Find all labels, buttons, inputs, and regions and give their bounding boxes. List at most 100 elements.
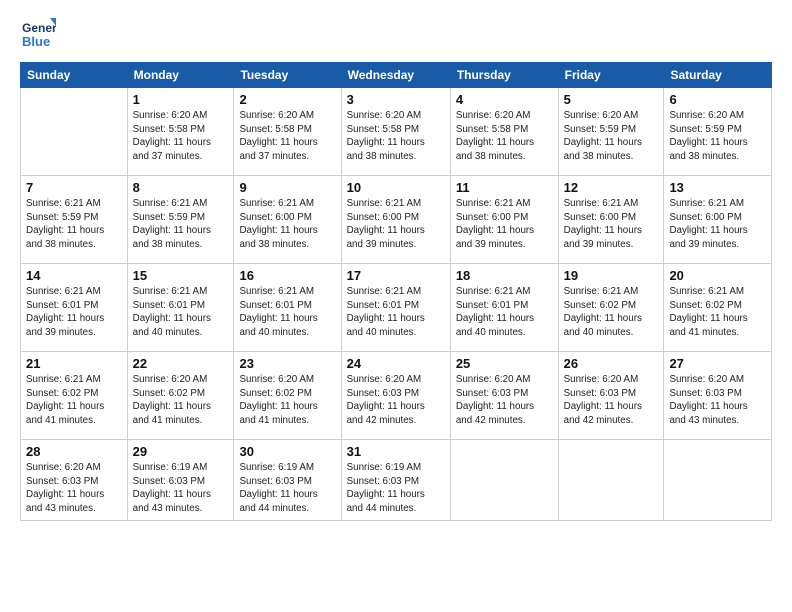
col-header-wednesday: Wednesday (341, 63, 450, 88)
day-detail: Sunrise: 6:21 AM Sunset: 6:02 PM Dayligh… (669, 285, 766, 340)
day-number: 30 (239, 444, 335, 459)
cell-3-6: 27Sunrise: 6:20 AM Sunset: 6:03 PM Dayli… (664, 352, 772, 440)
day-number: 14 (26, 268, 122, 283)
day-number: 24 (347, 356, 445, 371)
day-detail: Sunrise: 6:21 AM Sunset: 6:00 PM Dayligh… (564, 197, 659, 252)
day-detail: Sunrise: 6:21 AM Sunset: 6:00 PM Dayligh… (347, 197, 445, 252)
day-detail: Sunrise: 6:20 AM Sunset: 6:03 PM Dayligh… (347, 373, 445, 428)
col-header-sunday: Sunday (21, 63, 128, 88)
day-number: 4 (456, 92, 553, 107)
day-detail: Sunrise: 6:21 AM Sunset: 6:00 PM Dayligh… (669, 197, 766, 252)
col-header-thursday: Thursday (450, 63, 558, 88)
day-number: 9 (239, 180, 335, 195)
day-number: 17 (347, 268, 445, 283)
cell-1-2: 9 Sunrise: 6:21 AM Sunset: 6:00 PM Daylig… (234, 176, 341, 264)
header: General Blue (20, 16, 772, 52)
day-number: 8 (133, 180, 229, 195)
day-number: 27 (669, 356, 766, 371)
col-header-tuesday: Tuesday (234, 63, 341, 88)
col-header-friday: Friday (558, 63, 664, 88)
cell-3-3: 24 Sunrise: 6:20 AM Sunset: 6:03 PM Dayli… (341, 352, 450, 440)
day-number: 26 (564, 356, 659, 371)
day-number: 11 (456, 180, 553, 195)
day-number: 31 (347, 444, 445, 459)
day-number: 20 (669, 268, 766, 283)
col-header-monday: Monday (127, 63, 234, 88)
day-detail: Sunrise: 6:21 AM Sunset: 6:00 PM Dayligh… (239, 197, 335, 252)
day-detail: Sunrise: 6:21 AM Sunset: 6:01 PM Dayligh… (347, 285, 445, 340)
day-detail: Sunrise: 6:20 AM Sunset: 5:59 PM Dayligh… (564, 109, 659, 164)
cell-2-3: 17 Sunrise: 6:21 AM Sunset: 6:01 PM Dayli… (341, 264, 450, 352)
cell-4-6 (664, 440, 772, 521)
day-detail: Sunrise: 6:21 AM Sunset: 6:01 PM Dayligh… (456, 285, 553, 340)
cell-2-4: 18Sunrise: 6:21 AM Sunset: 6:01 PM Dayli… (450, 264, 558, 352)
day-number: 15 (133, 268, 229, 283)
day-number: 28 (26, 444, 122, 459)
day-detail: Sunrise: 6:21 AM Sunset: 6:02 PM Dayligh… (564, 285, 659, 340)
day-detail: Sunrise: 6:20 AM Sunset: 5:58 PM Dayligh… (347, 109, 445, 164)
day-number: 13 (669, 180, 766, 195)
week-row-3: 21 Sunrise: 6:21 AM Sunset: 6:02 PM Dayli… (21, 352, 772, 440)
svg-text:Blue: Blue (22, 34, 50, 49)
day-detail: Sunrise: 6:21 AM Sunset: 5:59 PM Dayligh… (26, 197, 122, 252)
day-number: 5 (564, 92, 659, 107)
day-number: 25 (456, 356, 553, 371)
cell-3-4: 25 Sunrise: 6:20 AM Sunset: 6:03 PM Dayli… (450, 352, 558, 440)
day-number: 3 (347, 92, 445, 107)
header-row: SundayMondayTuesdayWednesdayThursdayFrid… (21, 63, 772, 88)
day-detail: Sunrise: 6:19 AM Sunset: 6:03 PM Dayligh… (133, 461, 229, 516)
cell-3-0: 21 Sunrise: 6:21 AM Sunset: 6:02 PM Dayli… (21, 352, 128, 440)
day-detail: Sunrise: 6:20 AM Sunset: 5:58 PM Dayligh… (133, 109, 229, 164)
day-detail: Sunrise: 6:20 AM Sunset: 5:58 PM Dayligh… (456, 109, 553, 164)
cell-1-1: 8 Sunrise: 6:21 AM Sunset: 5:59 PM Daylig… (127, 176, 234, 264)
svg-text:General: General (22, 21, 56, 35)
cell-3-1: 22Sunrise: 6:20 AM Sunset: 6:02 PM Dayli… (127, 352, 234, 440)
cell-4-1: 29Sunrise: 6:19 AM Sunset: 6:03 PM Dayli… (127, 440, 234, 521)
day-detail: Sunrise: 6:20 AM Sunset: 6:02 PM Dayligh… (239, 373, 335, 428)
day-detail: Sunrise: 6:21 AM Sunset: 6:00 PM Dayligh… (456, 197, 553, 252)
cell-1-4: 11 Sunrise: 6:21 AM Sunset: 6:00 PM Dayli… (450, 176, 558, 264)
cell-3-2: 23 Sunrise: 6:20 AM Sunset: 6:02 PM Dayli… (234, 352, 341, 440)
cell-1-3: 10 Sunrise: 6:21 AM Sunset: 6:00 PM Dayli… (341, 176, 450, 264)
cell-4-4 (450, 440, 558, 521)
day-number: 16 (239, 268, 335, 283)
cell-1-6: 13 Sunrise: 6:21 AM Sunset: 6:00 PM Dayli… (664, 176, 772, 264)
day-number: 21 (26, 356, 122, 371)
cell-2-6: 20 Sunrise: 6:21 AM Sunset: 6:02 PM Dayli… (664, 264, 772, 352)
day-detail: Sunrise: 6:21 AM Sunset: 6:02 PM Dayligh… (26, 373, 122, 428)
day-number: 10 (347, 180, 445, 195)
day-number: 12 (564, 180, 659, 195)
day-number: 23 (239, 356, 335, 371)
cell-0-2: 2Sunrise: 6:20 AM Sunset: 5:58 PM Daylig… (234, 88, 341, 176)
day-number: 22 (133, 356, 229, 371)
cell-2-0: 14 Sunrise: 6:21 AM Sunset: 6:01 PM Dayli… (21, 264, 128, 352)
cell-2-1: 15 Sunrise: 6:21 AM Sunset: 6:01 PM Dayli… (127, 264, 234, 352)
week-row-4: 28 Sunrise: 6:20 AM Sunset: 6:03 PM Dayli… (21, 440, 772, 521)
day-detail: Sunrise: 6:21 AM Sunset: 5:59 PM Dayligh… (133, 197, 229, 252)
day-detail: Sunrise: 6:19 AM Sunset: 6:03 PM Dayligh… (347, 461, 445, 516)
day-detail: Sunrise: 6:21 AM Sunset: 6:01 PM Dayligh… (133, 285, 229, 340)
day-detail: Sunrise: 6:20 AM Sunset: 6:03 PM Dayligh… (456, 373, 553, 428)
cell-0-6: 6 Sunrise: 6:20 AM Sunset: 5:59 PM Daylig… (664, 88, 772, 176)
day-detail: Sunrise: 6:21 AM Sunset: 6:01 PM Dayligh… (239, 285, 335, 340)
col-header-saturday: Saturday (664, 63, 772, 88)
cell-0-0 (21, 88, 128, 176)
week-row-1: 7Sunrise: 6:21 AM Sunset: 5:59 PM Daylig… (21, 176, 772, 264)
calendar-table: SundayMondayTuesdayWednesdayThursdayFrid… (20, 62, 772, 521)
day-number: 6 (669, 92, 766, 107)
day-number: 1 (133, 92, 229, 107)
week-row-2: 14 Sunrise: 6:21 AM Sunset: 6:01 PM Dayli… (21, 264, 772, 352)
cell-3-5: 26 Sunrise: 6:20 AM Sunset: 6:03 PM Dayli… (558, 352, 664, 440)
week-row-0: 1 Sunrise: 6:20 AM Sunset: 5:58 PM Daylig… (21, 88, 772, 176)
day-detail: Sunrise: 6:20 AM Sunset: 6:03 PM Dayligh… (26, 461, 122, 516)
cell-4-5 (558, 440, 664, 521)
day-detail: Sunrise: 6:21 AM Sunset: 6:01 PM Dayligh… (26, 285, 122, 340)
cell-2-2: 16 Sunrise: 6:21 AM Sunset: 6:01 PM Dayli… (234, 264, 341, 352)
day-number: 19 (564, 268, 659, 283)
day-detail: Sunrise: 6:20 AM Sunset: 6:03 PM Dayligh… (564, 373, 659, 428)
page: General Blue SundayMondayTuesdayWednesda… (0, 0, 792, 612)
cell-0-4: 4 Sunrise: 6:20 AM Sunset: 5:58 PM Daylig… (450, 88, 558, 176)
logo-svg: General Blue (20, 16, 56, 52)
day-detail: Sunrise: 6:20 AM Sunset: 5:59 PM Dayligh… (669, 109, 766, 164)
day-detail: Sunrise: 6:19 AM Sunset: 6:03 PM Dayligh… (239, 461, 335, 516)
